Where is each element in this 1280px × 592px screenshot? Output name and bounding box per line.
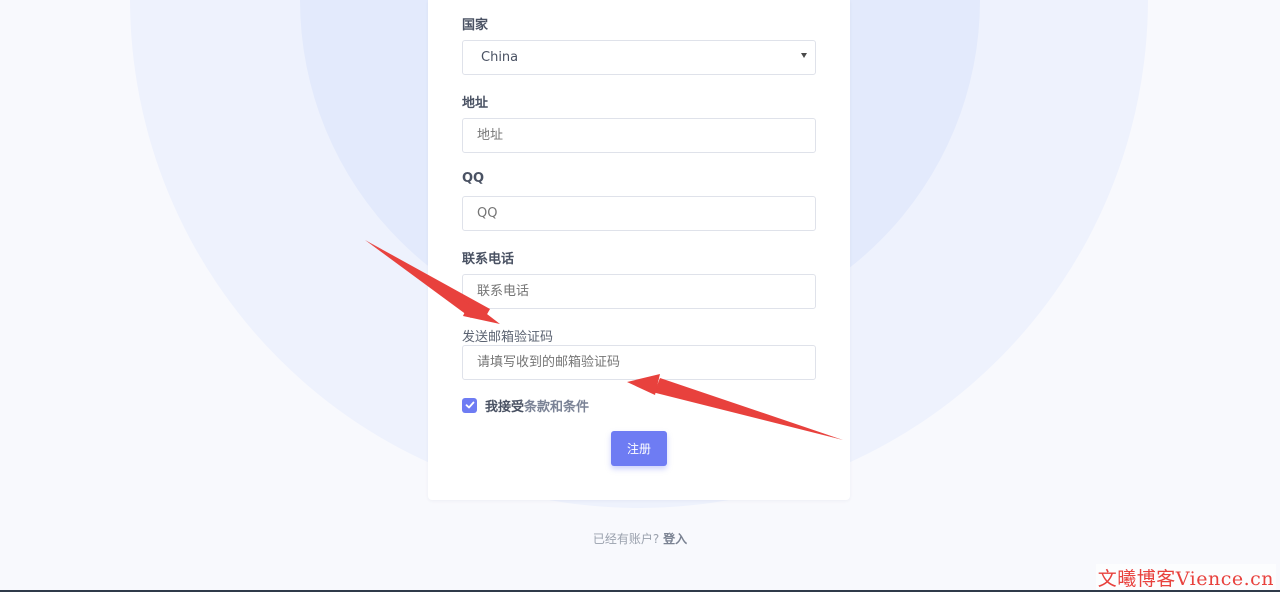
phone-input[interactable] [462,274,816,309]
watermark-text: 文曦博客Vience.cn [1095,564,1276,591]
terms-row: 我接受 条款和条件 [462,396,589,415]
terms-link[interactable]: 条款和条件 [524,396,589,415]
country-label: 国家 [462,18,489,33]
qq-label: QQ [462,171,485,186]
phone-label: 联系电话 [462,252,515,267]
country-select[interactable]: China [462,40,816,75]
country-select-value: China [481,50,519,65]
email-code-label: 发送邮箱验证码 [462,330,554,345]
login-prompt: 已经有账户? 登入 [0,530,1280,547]
check-icon [465,401,474,409]
accept-text: 我接受 [485,399,525,415]
address-label: 地址 [462,96,489,111]
address-input[interactable] [462,118,816,153]
login-link[interactable]: 登入 [663,532,687,546]
email-code-input[interactable] [462,345,816,380]
have-account-text: 已经有账户? [592,532,660,546]
qq-input[interactable] [462,196,816,231]
page-background: 国家 China 地址 QQ 联系电话 发送邮箱验证码 我接受 条款和条件 注册… [0,0,1280,592]
register-card: 国家 China 地址 QQ 联系电话 发送邮箱验证码 我接受 条款和条件 注册 [428,0,850,500]
accept-checkbox[interactable] [462,397,477,413]
chevron-down-icon [801,53,807,58]
register-button[interactable]: 注册 [611,431,667,466]
